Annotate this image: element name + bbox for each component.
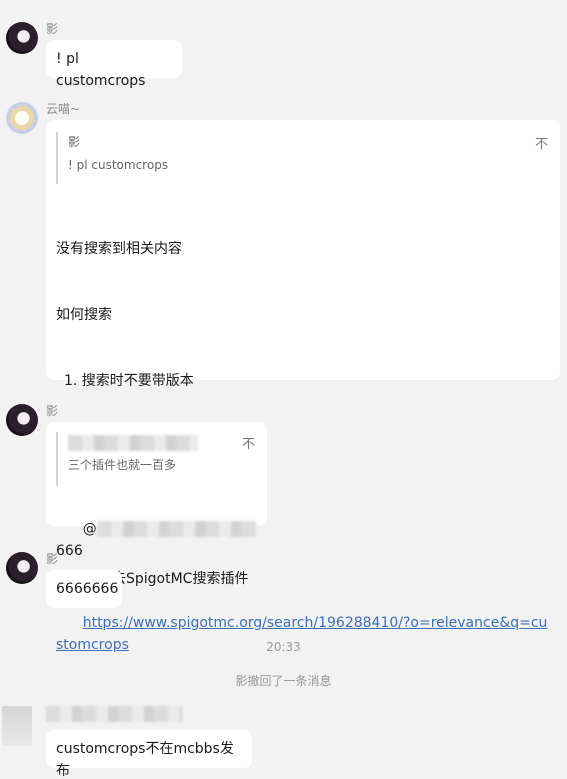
sender-name-redacted — [46, 706, 182, 722]
message-text: customcrops不在mcbbs发布 — [56, 741, 234, 779]
message-bubble[interactable]: 三个插件也就一百多 不 @666 — [46, 422, 267, 559]
avatar[interactable] — [6, 404, 38, 436]
recall-notice: 影撤回了一条消息 — [235, 674, 332, 688]
sender-name: 影 — [46, 552, 59, 566]
sender-name: 影 — [46, 404, 59, 418]
avatar[interactable] — [6, 552, 38, 584]
quote-text: 三个插件也就一百多 — [68, 458, 177, 472]
message-text: 6666666 — [56, 581, 119, 597]
message-line: 如何搜索 — [56, 307, 112, 323]
jump-to-quote-icon[interactable]: 不 — [242, 434, 255, 456]
list-item: 1. 搜索时不要带版本 — [64, 373, 194, 389]
message-text: ! pl customcrops — [56, 51, 146, 89]
reply-quote[interactable]: 三个插件也就一百多 不 — [56, 432, 255, 486]
message-bubble[interactable]: 影 ! pl customcrops 不 没有搜索到相关内容 如何搜索 1. 搜… — [46, 120, 560, 653]
message-suffix: 666 — [56, 543, 83, 559]
time-divider: 20:33 — [266, 640, 301, 654]
mention-redacted — [96, 521, 257, 537]
sender-name: 云喵~ — [46, 102, 81, 116]
quote-text: ! pl customcrops — [68, 158, 169, 172]
sender-name: 影 — [46, 22, 59, 36]
avatar[interactable] — [6, 22, 38, 54]
reply-quote[interactable]: 影 ! pl customcrops 不 — [56, 132, 548, 184]
mention-prefix: @ — [82, 521, 97, 537]
message-bubble[interactable]: ! pl customcrops — [46, 40, 182, 89]
jump-to-quote-icon[interactable]: 不 — [535, 134, 548, 156]
quote-sender-redacted — [68, 432, 255, 452]
message-line: 没有搜索到相关内容 — [56, 241, 182, 257]
quote-sender: 影 — [68, 135, 81, 149]
message-bubble[interactable]: customcrops不在mcbbs发布 — [46, 730, 252, 779]
avatar[interactable] — [2, 706, 32, 746]
message-bubble[interactable]: 6666666 — [46, 570, 122, 608]
avatar[interactable] — [6, 102, 38, 134]
